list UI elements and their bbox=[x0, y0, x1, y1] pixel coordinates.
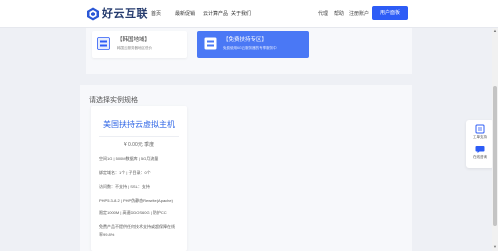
server-icon bbox=[204, 37, 217, 50]
plan-spec: 率99.8% bbox=[99, 232, 115, 237]
plan-title: 美国扶持云虚拟主机 bbox=[103, 120, 175, 129]
plan-spec: 限定1000M | 高速DDOS60G | 防护CC bbox=[99, 210, 167, 215]
logo-text[interactable]: 好云互联 bbox=[102, 7, 148, 21]
server-icon bbox=[97, 37, 110, 50]
nav-register[interactable]: 注册账户 bbox=[349, 10, 369, 18]
user-panel-button[interactable]: 用户面板 bbox=[372, 6, 408, 20]
nav-cloud-products[interactable]: 云计算产品 bbox=[203, 10, 228, 18]
plan-price: ¥ 0.00元 季度 bbox=[123, 142, 155, 148]
plan-spec: 免费产品不提供任何技术支持或超保障在线 bbox=[99, 224, 175, 229]
scrollbar-thumb[interactable] bbox=[493, 86, 497, 226]
logo-icon[interactable] bbox=[86, 7, 100, 21]
plan-spec: 访问数：不支持 | SSL：支持 bbox=[99, 184, 150, 189]
nav-help[interactable]: 帮助 bbox=[334, 10, 344, 18]
region-card-subtitle: 免费使用6G云服务器的专享服务中 bbox=[223, 46, 277, 50]
section-title: 请选择实例规格 bbox=[89, 97, 138, 104]
region-card-title: 【免费扶持专区】 bbox=[223, 37, 268, 43]
nav-promotions[interactable]: 最新促销 bbox=[175, 10, 195, 18]
divider bbox=[99, 136, 179, 137]
floating-support-bar: 工单支持 在线咨询 bbox=[466, 120, 494, 168]
region-card-subtitle: 韩国云服务器地区低价 bbox=[117, 46, 152, 50]
chat-icon[interactable] bbox=[475, 144, 485, 154]
nav-home[interactable]: 首页 bbox=[151, 10, 161, 18]
page-scrollbar[interactable]: ▲ ▼ bbox=[492, 28, 498, 251]
region-card-free-support[interactable]: 【免费扶持专区】 免费使用6G云服务器的专享服务中 bbox=[197, 31, 309, 58]
plan-card[interactable]: 美国扶持云虚拟主机 ¥ 0.00元 季度 空间1G | 500M数据库 | 5G… bbox=[91, 106, 187, 251]
scroll-down-icon[interactable]: ▼ bbox=[493, 245, 497, 249]
scroll-up-icon[interactable]: ▲ bbox=[493, 29, 497, 33]
region-card-title: 【韩国地域】 bbox=[117, 37, 151, 43]
online-consult-label[interactable]: 在线咨询 bbox=[466, 155, 494, 160]
ticket-support-label[interactable]: 工单支持 bbox=[466, 135, 494, 140]
ticket-icon[interactable] bbox=[475, 124, 485, 134]
plan-spec: 绑定域名：1个 | 子目录：0个 bbox=[99, 170, 151, 175]
top-navbar: 好云互联 首页 最新促销 云计算产品 关于我们 代理 帮助 注册账户 用户面板 bbox=[0, 0, 498, 28]
plan-spec: PHP5.3-8.2 | PHP伪静态Rewrite(Apache) bbox=[99, 198, 173, 203]
nav-agent[interactable]: 代理 bbox=[318, 10, 328, 18]
region-card-korea[interactable]: 【韩国地域】 韩国云服务器地区低价 bbox=[92, 31, 187, 58]
nav-about[interactable]: 关于我们 bbox=[231, 10, 251, 18]
plan-spec: 空间1G | 500M数据库 | 5G月流量 bbox=[99, 156, 159, 161]
